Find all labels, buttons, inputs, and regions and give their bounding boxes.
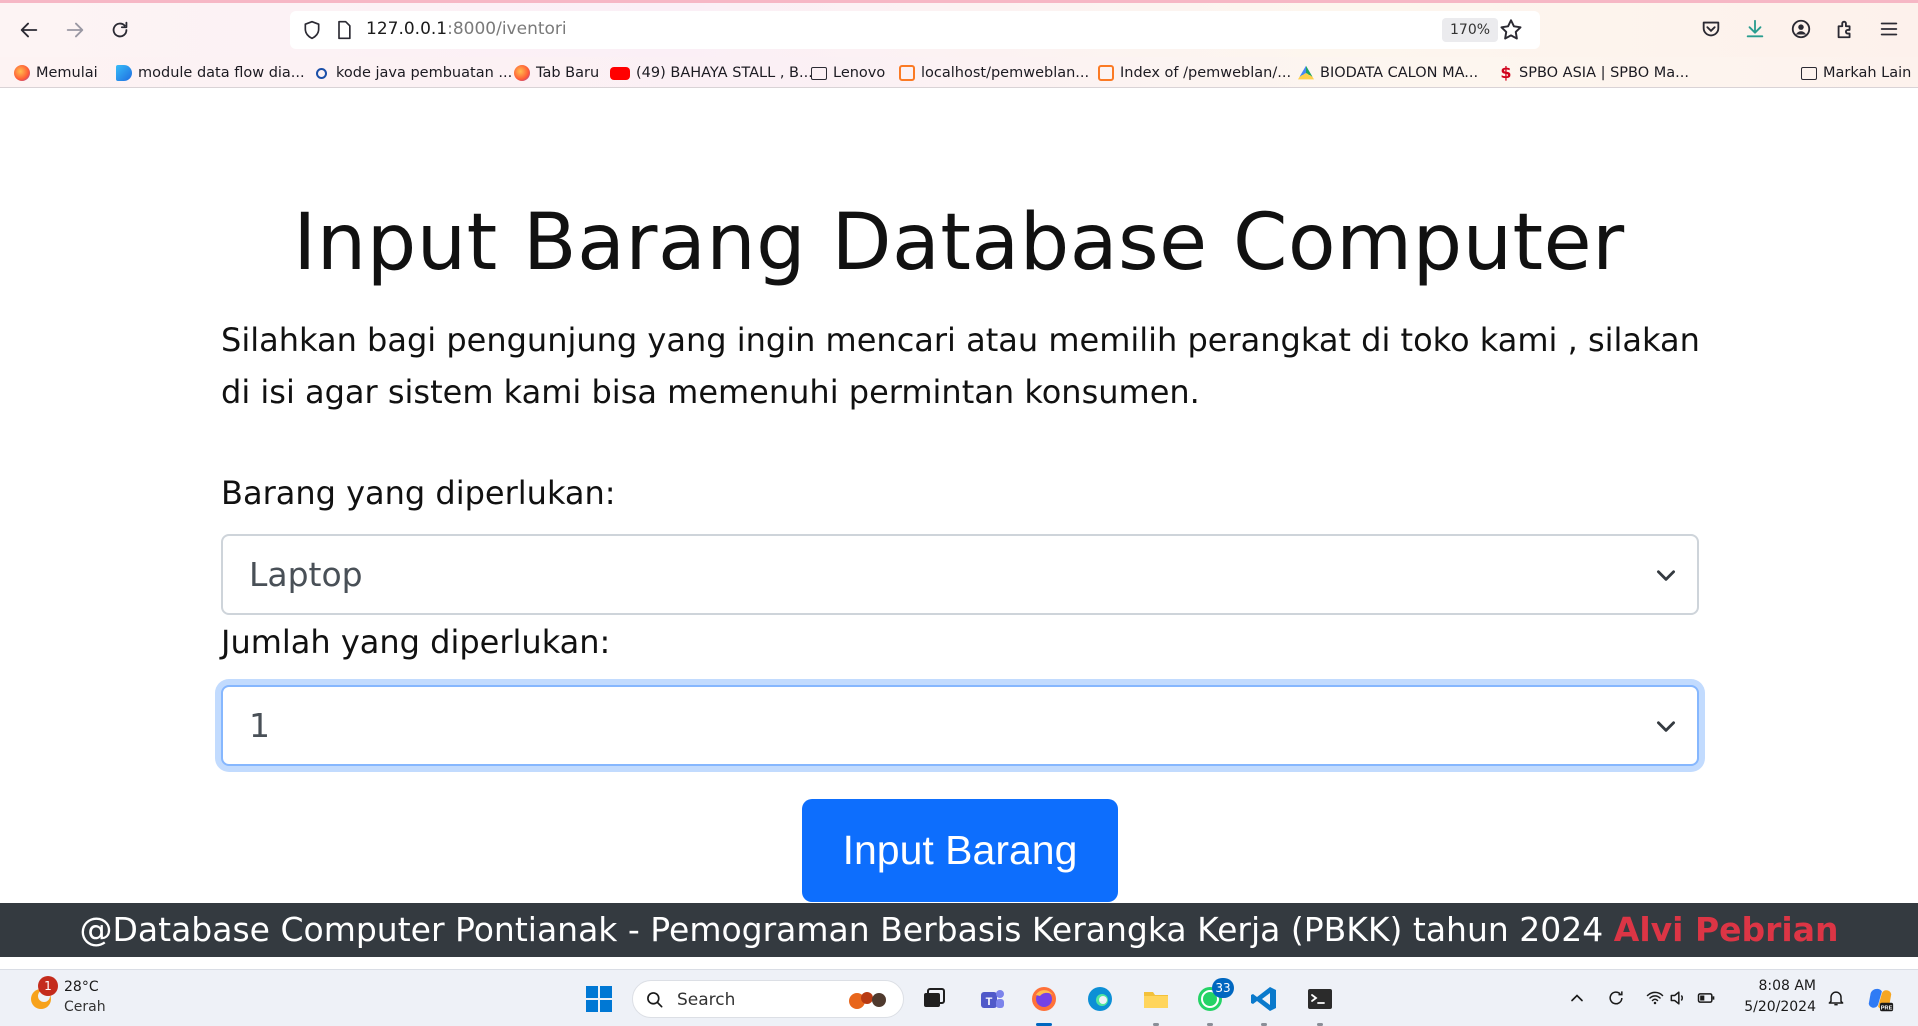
browser-toolbar: 127.0.0.1:8000/iventori 170%: [0, 0, 1918, 57]
taskbar-search[interactable]: Search: [632, 980, 904, 1018]
item-select-value: Laptop: [249, 555, 363, 594]
quantity-select[interactable]: 1: [221, 685, 1699, 766]
bookmarks-bar: Memulai module data flow dia... kode jav…: [0, 57, 1918, 88]
bookmark-label: Markah Lain: [1823, 65, 1912, 81]
bookmark-label: (49) BAHAYA STALL , B...: [636, 65, 813, 81]
firefox-icon[interactable]: [1026, 981, 1062, 1017]
menu-icon[interactable]: [1876, 16, 1902, 42]
bing-icon: [116, 65, 132, 81]
bookmark-item[interactable]: localhost/pemweblan...: [899, 62, 1089, 84]
bookmark-item[interactable]: Tab Baru: [514, 62, 599, 84]
bookmark-label: Tab Baru: [536, 65, 600, 81]
bookmark-label: Memulai: [36, 65, 98, 81]
bookmark-label: BIODATA CALON MA...: [1320, 65, 1479, 81]
search-placeholder: Search: [677, 990, 736, 1010]
youtube-icon: [610, 66, 630, 80]
spbo-icon: $: [1500, 63, 1512, 82]
copilot-icon[interactable]: PRE: [1864, 983, 1896, 1015]
page-footer: @Database Computer Pontianak - Pemograma…: [0, 903, 1918, 957]
teams-icon[interactable]: T: [974, 981, 1010, 1017]
windows-taskbar: 1 28°C Cerah Search T 33 8:08 AM 5/20/20…: [0, 969, 1918, 1026]
clock-time[interactable]: 8:08 AM: [1756, 978, 1816, 994]
url-path: :8000/iventori: [447, 19, 567, 39]
shield-icon[interactable]: [302, 20, 322, 40]
xampp-icon: [1098, 65, 1114, 81]
vscode-icon[interactable]: [1246, 981, 1282, 1017]
folder-icon: [811, 66, 827, 80]
address-bar[interactable]: 127.0.0.1:8000/iventori 170%: [290, 11, 1540, 49]
url-host: 127.0.0.1: [366, 19, 448, 39]
sync-icon[interactable]: [1604, 986, 1628, 1010]
chevron-down-icon: [1657, 721, 1675, 732]
bookmark-label: Lenovo: [833, 65, 886, 81]
weather-temperature: 28°C: [64, 979, 99, 995]
account-icon[interactable]: [1788, 16, 1814, 42]
bookmark-item[interactable]: module data flow dia...: [116, 62, 305, 84]
search-icon: [647, 992, 663, 1008]
file-explorer-icon[interactable]: [1138, 981, 1174, 1017]
firefox-icon: [14, 65, 30, 81]
intro-text: Silahkan bagi pengunjung yang ingin menc…: [221, 321, 1700, 411]
notification-bell-icon[interactable]: [1824, 986, 1848, 1010]
search-highlight-icon: [849, 992, 886, 1009]
clock-date[interactable]: 5/20/2024: [1736, 999, 1816, 1015]
other-bookmarks[interactable]: Markah Lain: [1801, 62, 1911, 84]
footer-text: @Database Computer Pontianak - Pemograma…: [79, 910, 1604, 949]
page-content: Input Barang Database Computer Silahkan …: [0, 88, 1918, 903]
bookmark-item[interactable]: Memulai: [14, 62, 98, 84]
page-title: Input Barang Database Computer: [293, 198, 1625, 288]
google-drive-icon: [1298, 65, 1314, 80]
folder-icon: [1801, 66, 1817, 80]
chevron-down-icon: [1657, 570, 1675, 581]
footer-author: Alvi Pebrian: [1613, 910, 1839, 949]
bookmark-item[interactable]: BIODATA CALON MA...: [1298, 62, 1478, 84]
wifi-icon[interactable]: [1643, 986, 1667, 1010]
downloads-icon[interactable]: [1742, 16, 1768, 42]
edge-icon[interactable]: [1082, 981, 1118, 1017]
input-barang-button[interactable]: Input Barang: [802, 799, 1118, 902]
bookmark-label: localhost/pemweblan...: [921, 65, 1090, 81]
svg-text:T: T: [986, 996, 993, 1008]
page-info-icon[interactable]: [334, 20, 354, 40]
bookmark-label: Index of /pemweblan/...: [1120, 65, 1292, 81]
battery-icon[interactable]: [1694, 986, 1718, 1010]
url-text[interactable]: 127.0.0.1:8000/iventori: [366, 19, 567, 39]
weather-alert-badge: 1: [38, 976, 58, 996]
bookmark-label: SPBO ASIA | SPBO Ma...: [1519, 65, 1689, 81]
bookmark-item[interactable]: Lenovo: [811, 62, 885, 84]
extensions-icon[interactable]: [1832, 16, 1858, 42]
firefox-icon: [514, 65, 530, 81]
windows-start-icon[interactable]: [581, 981, 617, 1017]
chevron-up-icon[interactable]: [1565, 986, 1589, 1010]
item-label: Barang yang diperlukan:: [221, 474, 616, 512]
bookmark-item[interactable]: Index of /pemweblan/...: [1098, 62, 1291, 84]
item-select[interactable]: Laptop: [221, 534, 1699, 615]
bookmark-star-icon[interactable]: [1498, 17, 1524, 43]
back-icon[interactable]: [12, 15, 46, 45]
bookmark-item[interactable]: (49) BAHAYA STALL , B...: [610, 62, 813, 84]
zoom-level-badge[interactable]: 170%: [1442, 18, 1499, 42]
volume-icon[interactable]: [1666, 986, 1690, 1010]
terminal-icon[interactable]: [1302, 981, 1338, 1017]
quantity-select-value: 1: [249, 706, 270, 745]
bookmark-label: module data flow dia...: [138, 65, 305, 81]
forward-icon[interactable]: [58, 15, 92, 45]
weather-description: Cerah: [64, 999, 106, 1015]
search-icon: [316, 67, 327, 79]
task-view-icon[interactable]: [916, 981, 952, 1017]
svg-text:PRE: PRE: [1881, 1005, 1893, 1011]
quantity-label: Jumlah yang diperlukan:: [221, 623, 611, 661]
bookmark-item[interactable]: kode java pembuatan ...: [316, 62, 512, 84]
bookmark-label: kode java pembuatan ...: [336, 65, 513, 81]
xampp-icon: [899, 65, 915, 81]
bookmark-item[interactable]: $ SPBO ASIA | SPBO Ma...: [1499, 62, 1689, 84]
reload-icon[interactable]: [103, 15, 137, 45]
pocket-icon[interactable]: [1698, 16, 1724, 42]
whatsapp-unread-badge: 33: [1212, 978, 1234, 998]
